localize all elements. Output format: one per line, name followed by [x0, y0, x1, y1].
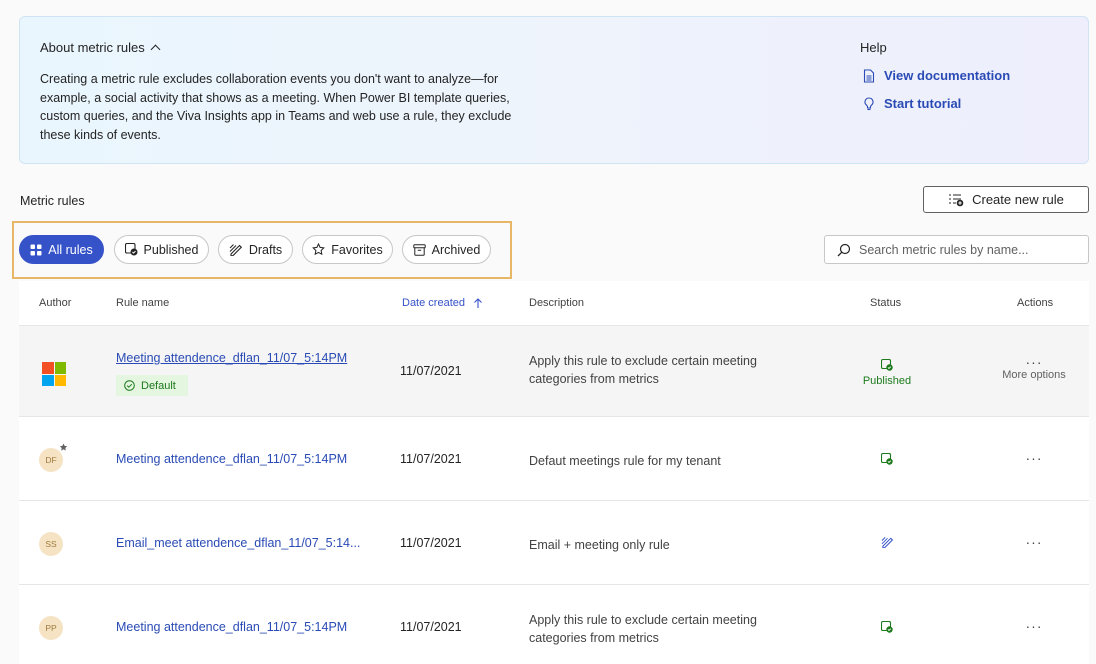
section-title: Metric rules [20, 194, 85, 208]
filter-drafts-label: Drafts [248, 242, 283, 257]
default-badge-label: Default [141, 379, 176, 392]
date-created: 11/07/2021 [400, 452, 462, 466]
status-cell [857, 453, 917, 465]
published-icon [881, 359, 893, 371]
table-header: Author Rule name Date created Descriptio… [19, 281, 1089, 326]
avatar-initials: SS [45, 539, 57, 549]
column-status: Status [870, 297, 902, 309]
date-created: 11/07/2021 [400, 536, 462, 550]
document-icon [863, 68, 875, 83]
avatar: PP [39, 616, 63, 640]
filter-favorites-label: Favorites [331, 242, 383, 257]
favorite-star-icon [59, 443, 68, 451]
rule-description: Defaut meetings rule for my tenant [529, 454, 721, 468]
search-input[interactable] [859, 242, 1079, 257]
status-cell: Published [857, 359, 917, 387]
filter-all-rules-label: All rules [48, 242, 93, 257]
avatar: SS [39, 532, 63, 556]
more-options-button[interactable]: ··· More options [994, 354, 1074, 381]
column-date-created[interactable]: Date created [402, 297, 483, 309]
search-box[interactable] [824, 235, 1089, 264]
date-created: 11/07/2021 [400, 620, 462, 634]
more-options-button[interactable]: ··· [994, 450, 1074, 466]
table-row: SS Email_meet attendence_dflan_11/07_5:1… [19, 501, 1089, 585]
date-created: 11/07/2021 [400, 364, 462, 378]
view-documentation-label: View documentation [884, 68, 1011, 83]
filter-published[interactable]: Published [114, 235, 209, 264]
column-author: Author [39, 297, 72, 309]
grid-icon [30, 244, 42, 255]
published-icon [881, 621, 893, 633]
draft-icon [229, 244, 242, 256]
avatar-initials: PP [45, 623, 57, 633]
about-card: About metric rules Creating a metric rul… [19, 16, 1089, 164]
status-cell [857, 621, 917, 633]
view-documentation-link[interactable]: View documentation [863, 68, 1010, 83]
more-horizontal-icon: ··· [1025, 450, 1043, 466]
column-actions: Actions [1017, 297, 1054, 309]
avatar-initials: DF [45, 455, 57, 465]
default-badge: Default [116, 375, 188, 396]
rule-description: Apply this rule to exclude certain meeti… [529, 613, 757, 645]
about-description: Creating a metric rule excludes collabor… [40, 72, 512, 142]
rule-name-link[interactable]: Meeting attendence_dflan_11/07_5:14PM [116, 452, 347, 466]
create-new-rule-label: Create new rule [972, 192, 1064, 207]
column-rule-name: Rule name [116, 297, 170, 309]
add-list-icon [949, 193, 964, 206]
rule-name-link[interactable]: Email_meet attendence_dflan_11/07_5:14..… [116, 536, 360, 550]
column-date-created-label: Date created [402, 297, 465, 309]
chevron-up-icon [150, 44, 161, 55]
more-options-button[interactable]: ··· [994, 534, 1074, 550]
rule-name-link[interactable]: Meeting attendence_dflan_11/07_5:14PM [116, 620, 347, 634]
filter-all-rules[interactable]: All rules [19, 235, 104, 264]
about-toggle[interactable]: About metric rules [40, 40, 161, 55]
about-title: About metric rules [40, 40, 145, 55]
create-new-rule-button[interactable]: Create new rule [923, 186, 1089, 213]
more-horizontal-icon: ··· [1025, 534, 1043, 550]
published-icon [881, 453, 893, 465]
filter-published-label: Published [143, 242, 199, 257]
rule-description: Apply this rule to exclude certain meeti… [529, 354, 757, 386]
draft-icon [881, 537, 893, 548]
archive-icon [412, 243, 426, 256]
lightbulb-icon [864, 96, 874, 110]
sort-ascending-icon [474, 297, 482, 308]
more-options-label: More options [1002, 369, 1066, 381]
filter-drafts[interactable]: Drafts [218, 235, 293, 264]
table-row: DF Meeting attendence_dflan_11/07_5:14PM… [19, 417, 1089, 501]
metric-rules-table: Author Rule name Date created Descriptio… [19, 281, 1089, 664]
filter-archived-label: Archived [431, 242, 481, 257]
filter-archived[interactable]: Archived [402, 235, 491, 264]
more-horizontal-icon: ··· [1025, 618, 1043, 634]
more-horizontal-icon: ··· [1025, 354, 1043, 370]
status-cell [857, 536, 917, 548]
table-row: Meeting attendence_dflan_11/07_5:14PM De… [19, 326, 1089, 417]
published-icon [124, 243, 138, 256]
more-options-button[interactable]: ··· [994, 618, 1074, 634]
checkmark-circle-icon [124, 380, 135, 391]
star-icon [312, 243, 326, 256]
help-title: Help [860, 40, 887, 55]
search-icon [837, 243, 851, 256]
rule-name-link[interactable]: Meeting attendence_dflan_11/07_5:14PM [116, 351, 347, 365]
rule-description: Email + meeting only rule [529, 538, 670, 552]
start-tutorial-label: Start tutorial [884, 96, 962, 111]
status-label: Published [862, 375, 912, 387]
microsoft-logo-icon [42, 362, 66, 386]
column-description: Description [529, 297, 585, 309]
filter-favorites[interactable]: Favorites [302, 235, 393, 264]
start-tutorial-link[interactable]: Start tutorial [863, 96, 961, 111]
table-row: PP Meeting attendence_dflan_11/07_5:14PM… [19, 585, 1089, 664]
